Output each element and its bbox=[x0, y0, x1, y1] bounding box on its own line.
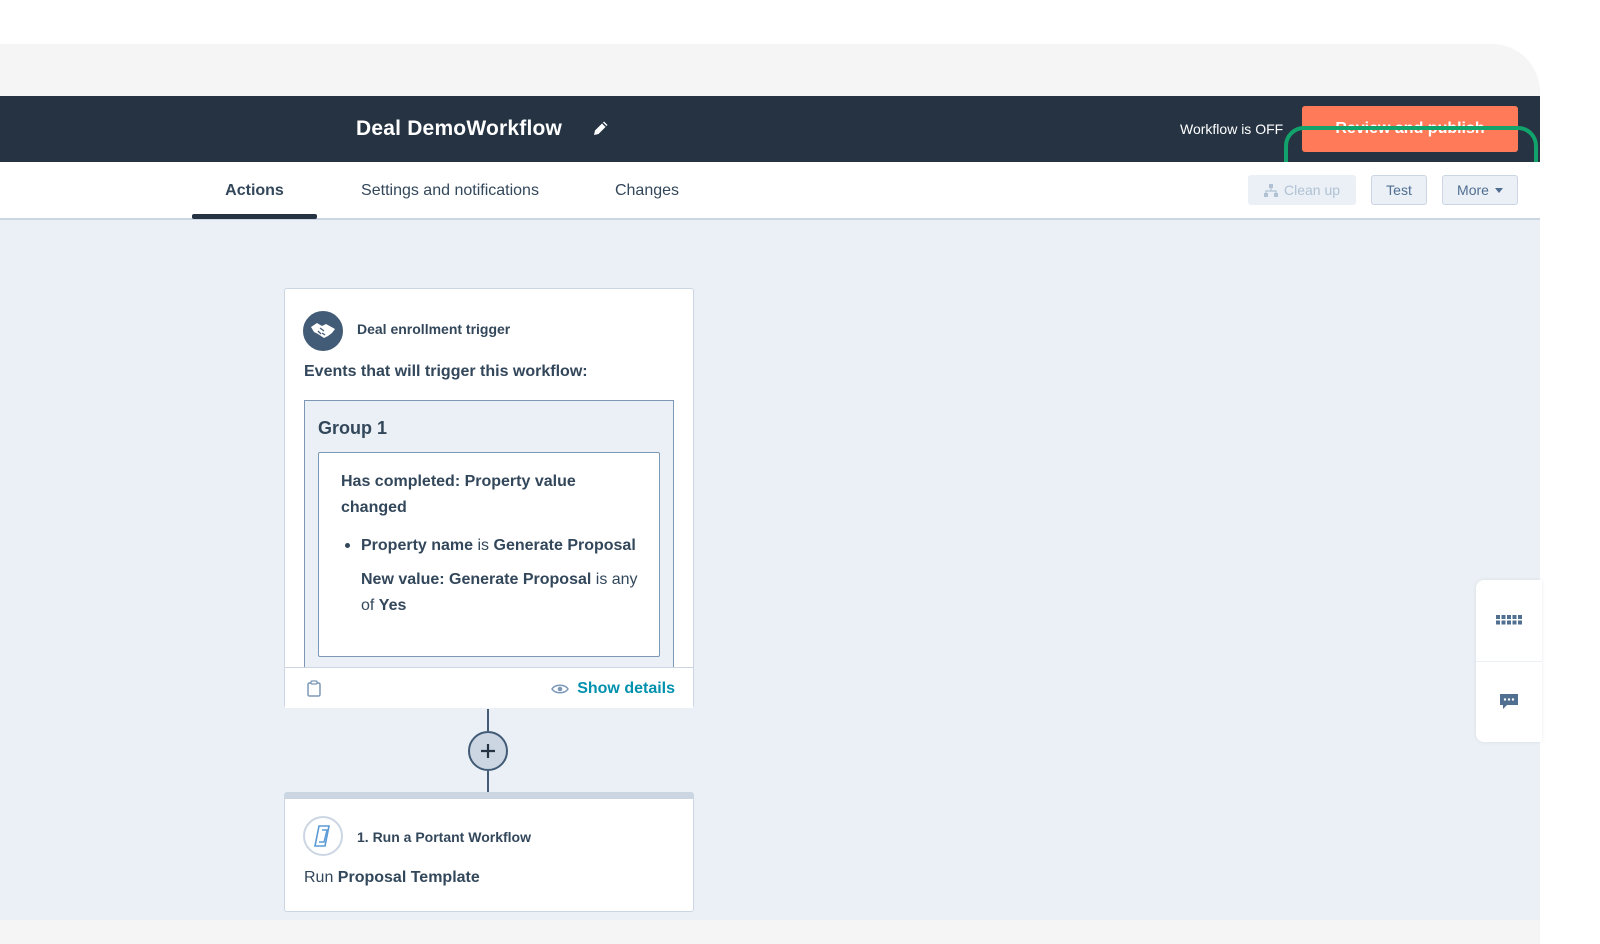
keyboard-icon bbox=[1496, 615, 1522, 625]
show-details-label: Show details bbox=[577, 679, 675, 697]
condition-title: Has completed: Property value changed bbox=[341, 473, 576, 516]
workflow-canvas bbox=[0, 220, 1540, 920]
connector-line bbox=[487, 771, 489, 792]
hierarchy-icon bbox=[1263, 183, 1278, 197]
side-tools-panel bbox=[1476, 580, 1542, 742]
comment-icon bbox=[1500, 694, 1518, 709]
portant-action-card[interactable]: 1. Run a Portant Workflow Run Proposal T… bbox=[284, 792, 694, 912]
trigger-type-label: Deal enrollment trigger bbox=[357, 321, 511, 337]
plus-icon bbox=[481, 744, 495, 758]
tab-bar: Actions Settings and notifications Chang… bbox=[0, 162, 1540, 220]
workflow-header: Deal DemoWorkflow Workflow is OFF Review… bbox=[0, 96, 1540, 162]
handshake-icon bbox=[303, 311, 343, 351]
events-heading: Events that will trigger this workflow: bbox=[304, 363, 588, 380]
more-label: More bbox=[1457, 182, 1489, 198]
active-tab-indicator bbox=[192, 214, 317, 219]
condition-property-row: Property name is Generate Proposal bbox=[345, 533, 639, 559]
action-label: 1. Run a Portant Workflow bbox=[357, 829, 531, 845]
action-description: Run Proposal Template bbox=[304, 869, 480, 887]
trigger-group: Group 1 Has completed: Property value ch… bbox=[304, 400, 674, 670]
add-action-button[interactable] bbox=[468, 731, 508, 771]
review-and-publish-button[interactable]: Review and publish bbox=[1302, 106, 1518, 152]
property-name-value: Generate Proposal bbox=[493, 537, 636, 554]
workflow-title: Deal DemoWorkflow bbox=[356, 117, 563, 140]
tab-changes[interactable]: Changes bbox=[604, 162, 690, 220]
show-details-link[interactable]: Show details bbox=[551, 668, 675, 709]
property-name-label: Property name bbox=[361, 537, 474, 554]
caret-down-icon bbox=[1494, 187, 1503, 193]
connector-line bbox=[487, 709, 489, 731]
trigger-condition[interactable]: Has completed: Property value changed Pr… bbox=[318, 452, 660, 657]
more-dropdown-button[interactable]: More bbox=[1442, 175, 1518, 205]
clipboard-icon[interactable] bbox=[307, 680, 321, 697]
keyboard-shortcuts-button[interactable] bbox=[1476, 580, 1542, 660]
eye-icon bbox=[551, 684, 570, 693]
group-title: Group 1 bbox=[318, 418, 388, 438]
bullet-icon bbox=[345, 543, 350, 548]
clean-up-button[interactable]: Clean up bbox=[1248, 175, 1356, 205]
test-button[interactable]: Test bbox=[1371, 175, 1427, 205]
new-value-label: New value: Generate Proposal bbox=[361, 571, 592, 588]
tab-actions[interactable]: Actions bbox=[192, 162, 317, 220]
new-value-value: Yes bbox=[378, 597, 407, 614]
condition-value-row: New value: Generate Proposal is any of Y… bbox=[361, 567, 639, 619]
clean-up-label: Clean up bbox=[1283, 182, 1341, 198]
pencil-icon[interactable] bbox=[592, 119, 610, 137]
trigger-card-footer: Show details bbox=[285, 667, 693, 708]
workflow-status: Workflow is OFF bbox=[1180, 121, 1284, 137]
test-label: Test bbox=[1386, 182, 1412, 198]
enrollment-trigger-card[interactable]: Deal enrollment trigger Events that will… bbox=[284, 288, 694, 708]
comments-button[interactable] bbox=[1476, 662, 1542, 742]
operator-text: is bbox=[473, 537, 494, 554]
portant-logo-icon bbox=[303, 816, 343, 856]
tab-settings-and-notifications[interactable]: Settings and notifications bbox=[342, 162, 558, 220]
